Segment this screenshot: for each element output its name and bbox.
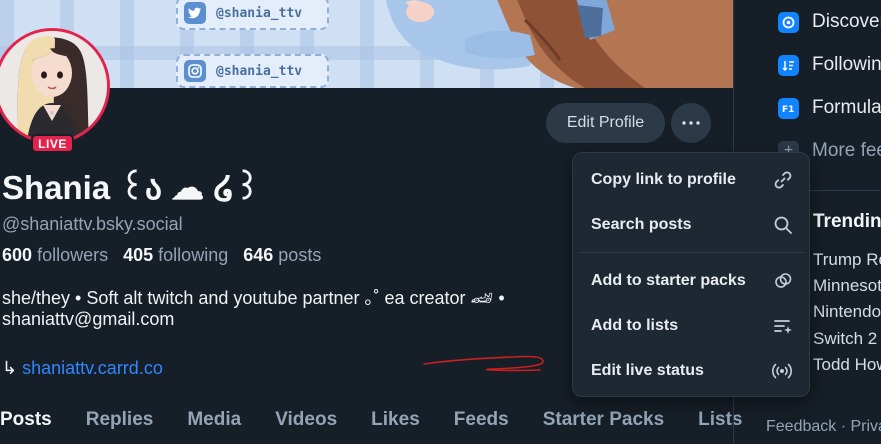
menu-add-lists[interactable]: Add to lists [579,305,805,347]
bio-link-row: ↳ shaniattv.carrd.co [2,358,163,379]
following-stat[interactable]: 405 following [123,245,228,265]
trending-title: Trending [813,211,881,232]
twitter-badge: @shania_ttv [176,0,329,30]
menu-item-label: Add to lists [591,317,679,334]
tab-videos[interactable]: Videos [275,409,337,444]
bio-email: shaniattv@gmail.com [2,309,175,329]
menu-divider [579,252,805,253]
menu-item-label: Copy link to profile [591,171,736,188]
instagram-icon [184,60,206,82]
menu-search-posts[interactable]: Search posts [579,204,805,246]
tab-replies[interactable]: Replies [86,409,154,444]
tab-likes[interactable]: Likes [371,409,420,444]
banner-illustration [386,0,733,88]
following-count: 405 [123,245,154,265]
twitter-bird-icon [184,2,206,24]
profile-link[interactable]: shaniattv.carrd.co [22,358,163,378]
sidebar-feed-discover[interactable]: Discover [778,9,881,35]
menu-item-label: Search posts [591,216,692,233]
posts-stat: 646 posts [243,245,321,265]
menu-item-label: Add to starter packs [591,272,746,289]
svg-text:F1: F1 [782,105,794,115]
live-badge: LIVE [31,134,74,153]
following-label: following [158,245,229,265]
avatar-illustration [0,31,107,141]
trending-item[interactable]: Trump Re [813,250,881,270]
tab-posts[interactable]: Posts [0,409,52,444]
profile-stats: 600 followers 405 following 646 posts [2,245,321,266]
trending-item[interactable]: Minnesota [813,276,881,296]
followers-stat[interactable]: 600 followers [2,245,108,265]
list-sparkle-icon [774,320,792,334]
formula-feed-icon: F1 [778,97,799,119]
feed-label: Discover [812,11,881,32]
feed-label: Following [812,54,881,75]
search-icon [774,216,792,234]
edit-profile-button[interactable]: Edit Profile [546,103,665,143]
instagram-handle: @shania_ttv [216,63,303,79]
trending-item[interactable]: Nintendo [813,302,881,322]
discover-feed-icon [778,11,799,33]
link-arrow: ↳ [2,358,23,378]
tab-feeds[interactable]: Feeds [454,409,509,444]
trending-item[interactable]: Switch 2 [813,329,877,349]
followers-label: followers [37,245,109,265]
bio-line: she/they • Soft alt twitch and youtube p… [2,288,505,308]
profile-tabs: Posts Replies Media Videos Likes Feeds S… [0,409,743,444]
red-scribble-annotation [423,355,544,372]
feed-label: More feeds [812,140,881,161]
tab-media[interactable]: Media [187,409,241,444]
posts-count: 646 [243,245,274,265]
followers-count: 600 [2,245,33,265]
menu-item-label: Edit live status [591,362,704,379]
profile-handle: @shaniattv.bsky.social [2,214,183,234]
feed-label: Formula [812,97,881,118]
twitter-handle: @shania_ttv [216,5,303,21]
posts-label: posts [278,245,322,265]
avatar[interactable] [0,28,110,144]
link-icon [774,171,792,189]
sidebar-feed-following[interactable]: Following [778,52,881,78]
trending-item[interactable]: Todd How [813,355,881,375]
menu-edit-live-status[interactable]: Edit live status [579,350,805,392]
display-name: Shania ꒰ა ☁︎ ໒꒱ [2,169,261,206]
tab-lists[interactable]: Lists [698,409,742,444]
profile-banner: @shania_ttv @shania_ttv [0,0,733,88]
more-options-button[interactable] [671,103,711,143]
menu-copy-link[interactable]: Copy link to profile [579,159,805,201]
footer-links[interactable]: Feedback · Privacy [766,418,881,436]
menu-add-starter-packs[interactable]: Add to starter packs [579,260,805,302]
sidebar-feed-formula[interactable]: F1 Formula [778,95,881,121]
broadcast-icon [772,363,792,379]
starter-pack-icon [775,273,792,288]
tab-starter-packs[interactable]: Starter Packs [543,409,664,444]
ellipsis-icon [682,121,700,125]
instagram-badge: @shania_ttv [176,54,329,88]
following-feed-icon [778,54,799,76]
profile-options-menu: Copy link to profile Search posts Add to… [572,152,810,397]
